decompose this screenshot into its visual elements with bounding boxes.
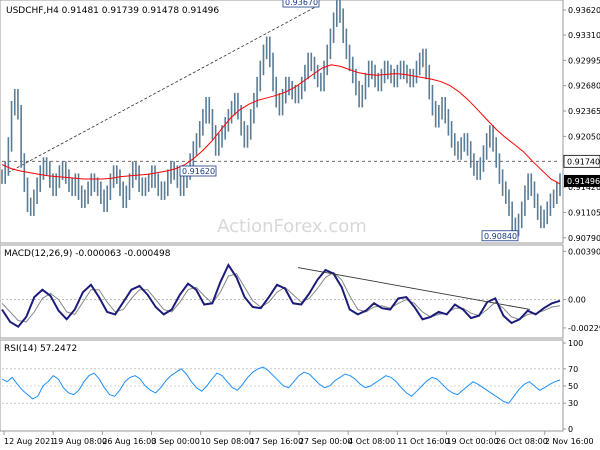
time-tick-label: 3 Sep 00:00 (151, 437, 199, 446)
rsi-y-tick-label: 70 (568, 365, 578, 374)
macd-y-tick-label: 0.00 (568, 296, 586, 305)
rsi-panel-title: RSI(14) 57.2472 (4, 344, 77, 354)
price-y-tick-label: 0.92995 (568, 56, 600, 65)
rsi-y-tick-label: 100 (568, 339, 583, 348)
macd-y-tick-label: 0.003909 (568, 247, 600, 256)
price-y-tick-label: 0.93620 (568, 6, 600, 15)
chart-svg: USDCHF,H4 0.91481 0.91739 0.91478 0.9149… (0, 0, 600, 450)
level-label: 0.93670 (285, 0, 318, 7)
time-tick-label: 19 Oct 00:00 (446, 437, 498, 446)
macd-panel-title: MACD(12,26,9) -0.000063 -0.000498 (4, 249, 171, 259)
rsi-y-tick-label: 50 (568, 382, 578, 391)
chart-root: USDCHF,H4 0.91481 0.91739 0.91478 0.9149… (0, 0, 600, 450)
level-price-label: 0.91740 (567, 157, 600, 166)
current-price-label: 0.91496 (567, 177, 600, 186)
time-tick-label: 17 Sep 16:00 (250, 437, 303, 446)
rsi-y-tick-label: 0 (568, 425, 573, 434)
time-tick-label: 19 Aug 08:00 (53, 437, 107, 446)
price-y-tick-label: 0.92050 (568, 132, 600, 141)
time-tick-label: 10 Sep 08:00 (201, 437, 254, 446)
level-label: 0.91620 (182, 167, 215, 176)
rsi-y-tick-label: 30 (568, 399, 578, 408)
time-tick-label: 11 Oct 16:00 (397, 437, 449, 446)
price-y-tick-label: 0.91105 (568, 208, 600, 217)
time-tick-label: 26 Aug 16:00 (102, 437, 156, 446)
price-panel-title: USDCHF,H4 0.91481 0.91739 0.91478 0.9149… (6, 6, 219, 16)
price-y-tick-label: 0.93310 (568, 31, 600, 40)
price-y-tick-label: 0.90790 (568, 234, 600, 243)
time-tick-label: 27 Sep 00:00 (299, 437, 352, 446)
time-tick-label: 26 Oct 08:00 (496, 437, 548, 446)
watermark: ActionForex.com (217, 216, 367, 237)
time-tick-label: 12 Aug 2021 (4, 437, 55, 446)
price-y-tick-label: 0.92365 (568, 107, 600, 116)
price-y-tick-label: 0.92680 (568, 82, 600, 91)
time-tick-label: 4 Oct 08:00 (348, 437, 395, 446)
time-tick-label: 2 Nov 16:00 (545, 437, 594, 446)
macd-y-tick-label: -0.002295 (568, 324, 600, 333)
level-label: 0.90840 (484, 232, 517, 241)
